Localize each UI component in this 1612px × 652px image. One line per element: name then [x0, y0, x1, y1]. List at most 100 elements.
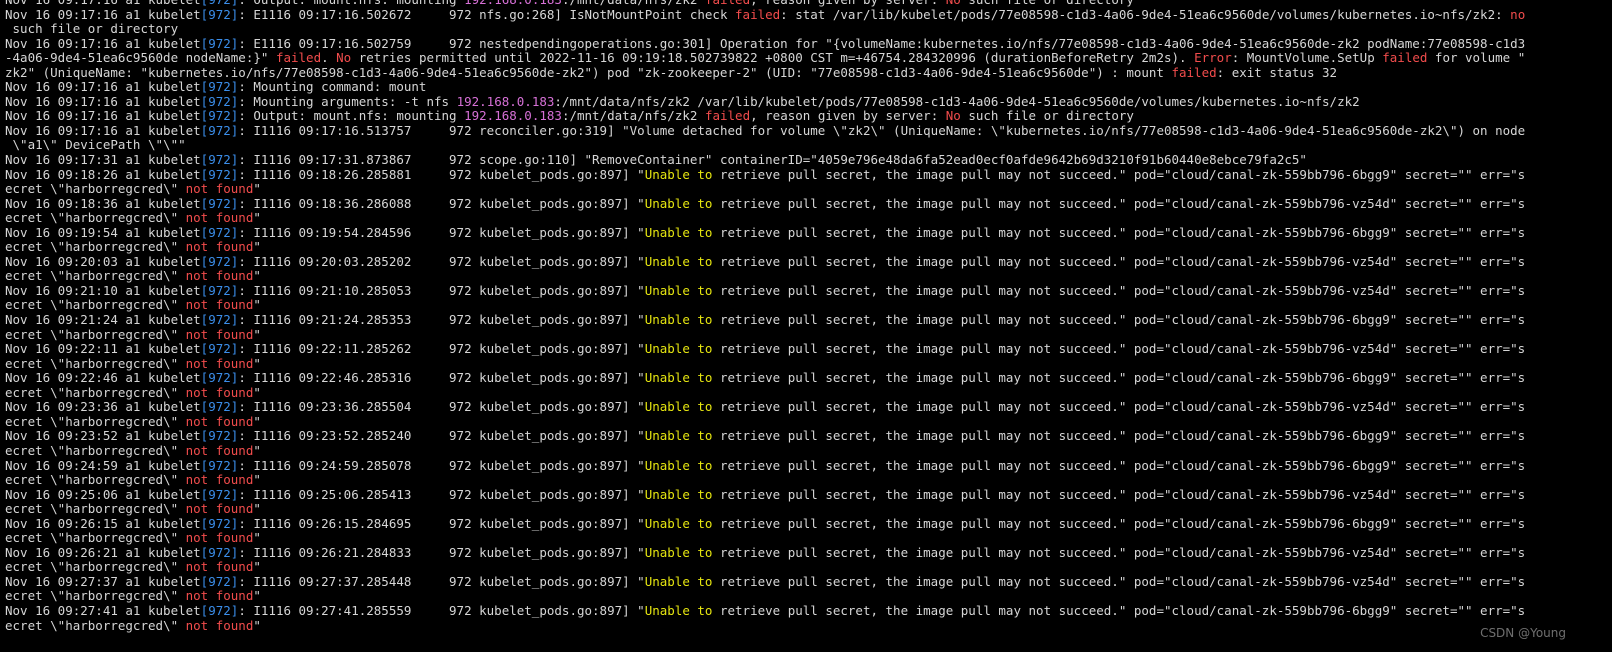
log-text: -4a06-9de4-51ea6c9560de nodeName:}" — [5, 50, 276, 66]
log-line: zk2" (UniqueName: "kubernetes.io/nfs/77e… — [5, 64, 1612, 81]
log-text: such file or directory — [5, 21, 179, 37]
log-pid: [972] — [200, 312, 239, 328]
log-text: retrieve pull secret, the image pull may… — [712, 544, 1526, 560]
log-text: Nov 16 09:22:46 a1 kubelet — [5, 370, 201, 386]
log-text: " — [253, 210, 261, 226]
log-error-keyword: not found — [185, 588, 254, 604]
log-text: :/mnt/data/nfs/zk2 — [561, 108, 705, 124]
log-line: ecret \"harborregcred\" not found" — [5, 617, 1612, 634]
log-warning-keyword: Unable to — [644, 195, 713, 211]
log-line: Nov 16 09:17:16 a1 kubelet[972]: Output:… — [5, 109, 1612, 124]
log-text: ecret \"harborregcred\" — [5, 326, 186, 342]
log-pid: [972] — [200, 93, 239, 109]
log-pid: [972] — [200, 486, 239, 502]
log-line: \"a1\" DevicePath \"\"" — [5, 138, 1612, 153]
log-text: ecret \"harborregcred\" — [5, 297, 186, 313]
log-text: : I1116 09:26:21.284833 972 kubelet_pods… — [238, 544, 645, 560]
log-line: Nov 16 09:21:10 a1 kubelet[972]: I1116 0… — [5, 283, 1612, 299]
terminal-output[interactable]: Nov 16 09:17:16 a1 kubelet[972]: Output:… — [0, 0, 1612, 652]
log-line: ecret \"harborregcred\" not found" — [5, 326, 1612, 343]
log-text: ecret \"harborregcred\" — [5, 413, 186, 429]
log-line: ecret \"harborregcred\" not found" — [5, 472, 1612, 488]
log-warning-keyword: Unable to — [644, 370, 713, 386]
log-text: : I1116 09:17:16.513757 972 reconciler.g… — [238, 122, 1526, 138]
log-text: ecret \"harborregcred\" — [5, 384, 186, 400]
log-text: : I1116 09:26:15.284695 972 kubelet_pods… — [238, 515, 645, 531]
log-error-keyword: not found — [185, 181, 254, 197]
log-text: : I1116 09:17:31.873867 972 scope.go:110… — [238, 152, 1307, 168]
log-text: retrieve pull secret, the image pull may… — [712, 370, 1526, 386]
log-pid: [972] — [200, 35, 239, 51]
log-line: such file or directory — [5, 21, 1612, 37]
log-error-keyword: not found — [185, 501, 254, 517]
log-line: Nov 16 09:20:03 a1 kubelet[972]: I1116 0… — [5, 253, 1612, 270]
log-text: retrieve pull secret, the image pull may… — [712, 515, 1526, 531]
log-error-keyword: not found — [185, 472, 254, 488]
log-text: ecret \"harborregcred\" — [5, 239, 186, 255]
log-text: " — [253, 588, 261, 604]
log-error-keyword: failed — [735, 6, 781, 22]
log-text: : I1116 09:18:26.285881 972 kubelet_pods… — [238, 166, 645, 182]
log-warning-keyword: Unable to — [644, 457, 713, 473]
log-text: ecret \"harborregcred\" — [5, 442, 186, 458]
log-line: Nov 16 09:26:15 a1 kubelet[972]: I1116 0… — [5, 515, 1612, 532]
log-text: retrieve pull secret, the image pull may… — [712, 399, 1526, 415]
log-text: " — [253, 559, 261, 575]
log-line: Nov 16 09:19:54 a1 kubelet[972]: I1116 0… — [5, 224, 1612, 241]
log-text: : I1116 09:20:03.285202 972 kubelet_pods… — [238, 253, 645, 269]
log-text: : I1116 09:25:06.285413 972 kubelet_pods… — [238, 486, 645, 502]
log-text: retrieve pull secret, the image pull may… — [712, 486, 1526, 502]
log-text: Nov 16 09:17:16 a1 kubelet — [5, 79, 201, 95]
log-pid: [972] — [200, 602, 239, 618]
log-text: retries permitted until 2022-11-16 09:19… — [351, 50, 1195, 66]
log-text: Nov 16 09:23:52 a1 kubelet — [5, 428, 201, 444]
log-text: zk2" (UniqueName: "kubernetes.io/nfs/77e… — [5, 64, 1172, 80]
log-line: ecret \"harborregcred\" not found" — [5, 240, 1612, 255]
log-line: ecret \"harborregcred\" not found" — [5, 298, 1612, 313]
log-text: Nov 16 09:17:16 a1 kubelet — [5, 122, 201, 138]
log-error-keyword: not found — [185, 442, 254, 458]
log-warning-keyword: Unable to — [644, 341, 713, 357]
log-error-keyword: failed — [275, 50, 322, 66]
log-text: " — [253, 326, 261, 342]
log-text: Nov 16 09:18:36 a1 kubelet — [5, 195, 201, 211]
log-text: " — [253, 442, 261, 458]
log-pid: [972] — [200, 224, 239, 240]
log-ip-address: 192.168.0.183 — [464, 108, 562, 124]
log-pid: [972] — [200, 108, 239, 124]
log-pid: [972] — [200, 195, 239, 211]
log-line: ecret \"harborregcred\" not found" — [5, 210, 1612, 226]
log-error-keyword: No — [945, 108, 961, 124]
log-text: : I1116 09:23:36.285504 972 kubelet_pods… — [238, 399, 645, 415]
log-text: ecret \"harborregcred\" — [5, 559, 186, 575]
log-text: Nov 16 09:21:24 a1 kubelet — [5, 312, 201, 328]
log-text: ecret \"harborregcred\" — [5, 472, 186, 488]
log-pid: [972] — [200, 6, 239, 22]
watermark: CSDN @Young — [1480, 626, 1566, 640]
log-text: retrieve pull secret, the image pull may… — [712, 166, 1526, 182]
log-text: : I1116 09:23:52.285240 972 kubelet_pods… — [238, 428, 645, 444]
log-line: ecret \"harborregcred\" not found" — [5, 442, 1612, 459]
log-text: retrieve pull secret, the image pull may… — [712, 224, 1526, 240]
log-text: " — [253, 297, 261, 313]
log-text: Nov 16 09:24:59 a1 kubelet — [5, 457, 201, 473]
log-error-keyword: not found — [185, 384, 254, 400]
log-text: : E1116 09:17:16.502759 972 nestedpendin… — [238, 35, 1526, 51]
log-warning-keyword: Unable to — [644, 544, 713, 560]
log-text: retrieve pull secret, the image pull may… — [712, 573, 1526, 589]
log-text: : stat /var/lib/kubelet/pods/77e08598-c1… — [780, 6, 1511, 22]
log-text: " — [253, 268, 261, 284]
log-text: " — [253, 617, 261, 633]
log-line: Nov 16 09:27:37 a1 kubelet[972]: I1116 0… — [5, 573, 1612, 590]
log-text: retrieve pull secret, the image pull may… — [712, 428, 1526, 444]
log-text: : I1116 09:27:41.285559 972 kubelet_pods… — [238, 602, 645, 618]
log-text: : I1116 09:19:54.284596 972 kubelet_pods… — [238, 224, 645, 240]
log-text: ecret \"harborregcred\" — [5, 588, 186, 604]
log-text: : E1116 09:17:16.502672 972 nfs.go:268] … — [238, 6, 736, 22]
log-error-keyword: failed — [1171, 64, 1217, 80]
log-error-keyword: not found — [185, 413, 254, 429]
log-warning-keyword: Unable to — [644, 515, 713, 531]
log-text: . — [321, 50, 337, 66]
log-text: ecret \"harborregcred\" — [5, 181, 186, 197]
log-pid: [972] — [200, 399, 239, 415]
